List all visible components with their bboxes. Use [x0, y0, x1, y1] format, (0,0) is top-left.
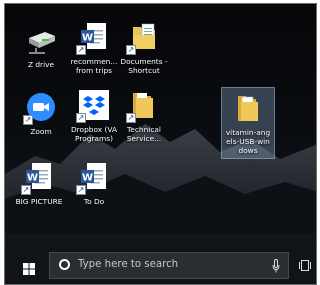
svg-text:W: W	[82, 33, 93, 44]
desktop-icon-technical-service[interactable]: ↗ Technical Service...	[113, 89, 175, 143]
folder-icon: ↗	[126, 89, 160, 123]
desktop: Z drive W ↗ recommen... from trips ↗ Doc…	[4, 3, 317, 285]
shortcut-arrow-icon: ↗	[23, 115, 33, 125]
desktop-icon-label: Documents - Shortcut	[120, 57, 168, 75]
desktop-icon-label: BIG PICTURE	[15, 197, 63, 206]
shortcut-arrow-icon: ↗	[76, 113, 86, 123]
dropbox-icon: ↗	[76, 89, 110, 123]
windows-logo-icon[interactable]	[23, 260, 35, 275]
microphone-icon[interactable]	[272, 259, 280, 273]
desktop-icon-documents-shortcut[interactable]: ↗ Documents - Shortcut	[113, 21, 175, 75]
desktop-icon-to-do[interactable]: W ↗ To Do	[63, 161, 125, 206]
taskbar: Type here to search	[5, 247, 316, 284]
word-document-icon: W ↗	[76, 21, 110, 55]
desktop-icon-label: To Do	[83, 197, 105, 206]
search-placeholder: Type here to search	[78, 259, 179, 270]
network-drive-icon	[25, 24, 57, 56]
desktop-icon-big-picture[interactable]: W ↗ BIG PICTURE	[8, 161, 70, 206]
shortcut-arrow-icon: ↗	[76, 45, 86, 55]
cortana-circle-icon	[59, 259, 70, 270]
svg-text:W: W	[27, 173, 38, 184]
shortcut-arrow-icon: ↗	[76, 185, 86, 195]
svg-text:W: W	[82, 173, 93, 184]
desktop-icon-label: vitamin-angels-USB-windows	[225, 128, 271, 155]
task-view-icon[interactable]	[299, 260, 311, 271]
desktop-icon-vitamin-angels-usb[interactable]: vitamin-angels-USB-windows	[221, 87, 275, 159]
zoom-app-icon: ↗	[23, 91, 57, 125]
shortcut-arrow-icon: ↗	[126, 113, 136, 123]
folder-icon	[232, 92, 264, 124]
shortcut-arrow-icon: ↗	[21, 185, 31, 195]
desktop-icon-label: Technical Service...	[126, 125, 162, 143]
word-document-icon: W ↗	[76, 161, 110, 195]
documents-folder-icon: ↗	[126, 21, 160, 55]
word-document-icon: W ↗	[21, 161, 55, 195]
shortcut-arrow-icon: ↗	[126, 45, 136, 55]
search-box[interactable]: Type here to search	[49, 252, 289, 279]
